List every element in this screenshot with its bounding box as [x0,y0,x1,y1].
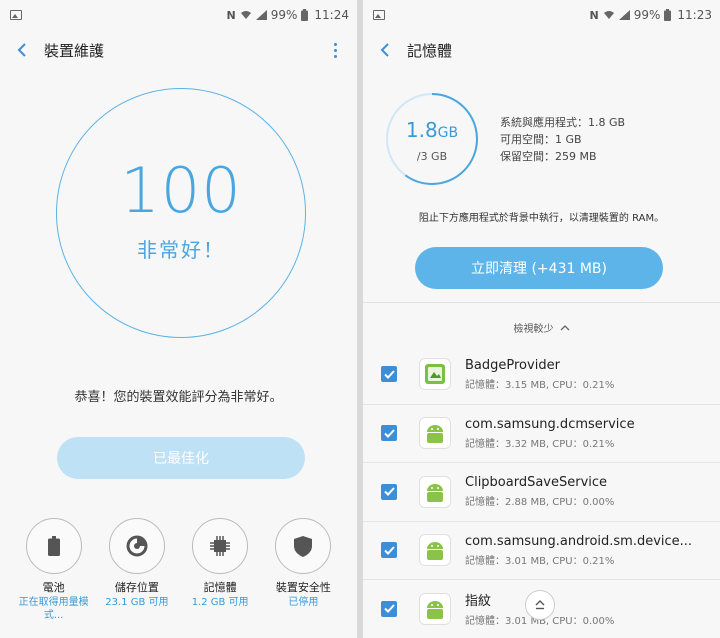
info-line: 系統與應用程式：1.8 GB [500,116,626,129]
category-label: 儲存位置 [114,581,159,594]
info-line: 可用空間：1 GB [500,133,582,146]
checkbox[interactable] [381,483,397,500]
android-icon [419,475,451,508]
clean-note: 阻止下方應用程式於背景中執行，以清理裝置的 RAM。 [418,213,665,224]
status-bar: N 99% 11:23 [363,0,720,30]
nfc-icon: N [589,8,599,22]
back-button[interactable] [12,40,32,60]
page-title: 記憶體 [407,41,453,60]
app-usage: 記憶體：3.15 MB, CPU：0.21% [465,379,615,391]
app-usage: 記憶體：3.32 MB, CPU：0.21% [465,438,615,450]
category-label: 裝置安全性 [275,581,331,594]
score-circle: 100 非常好！ [56,88,306,338]
storage-icon [126,535,148,557]
signal-icon [618,10,630,20]
app-usage: 記憶體：3.01 MB, CPU：0.21% [465,555,615,567]
category-battery[interactable]: 電池 正在取得用量模式... [14,518,94,622]
list-item[interactable]: ClipboardSaveService 記憶體：2.88 MB, CPU：0.… [363,462,720,521]
clock: 11:24 [314,8,349,22]
chevron-left-icon [380,43,389,57]
optimized-button[interactable]: 已最佳化 [57,437,305,479]
info-line: 保留空間：259 MB [500,150,597,163]
android-icon [419,417,451,450]
list-item[interactable]: BadgeProvider 記憶體：3.15 MB, CPU：0.21% [363,345,720,404]
more-dot-icon [333,42,337,46]
memory-total: /3 GB [416,150,448,163]
check-icon [383,429,395,438]
android-icon [419,534,451,567]
scroll-to-top-button[interactable] [525,590,555,620]
view-less-toggle[interactable]: 檢視較少 [363,320,720,335]
score-rating: 非常好！ [137,237,225,262]
app-bar: 裝置維護 [0,30,357,70]
memory-used: 1.8GB [385,118,479,142]
check-icon [383,546,395,555]
status-bar: N 99% 11:24 [0,0,357,30]
check-icon [383,370,395,379]
device-maintenance-screen: N 99% 11:24 裝置維護 100 非常好！ 恭喜！您的裝置效能評分為非常… [0,0,357,638]
checkbox[interactable] [381,600,397,617]
chevron-up-icon [535,600,545,610]
category-label: 電池 [42,581,65,594]
category-status: 正在取得用量模式... [18,597,89,621]
battery-icon [664,9,672,21]
gallery-notification-icon [10,10,22,20]
category-label: 記憶體 [203,581,237,594]
app-name: ClipboardSaveService [465,475,608,491]
app-bar: 記憶體 [363,30,720,70]
more-options-button[interactable] [325,40,345,60]
battery-icon [47,536,60,556]
badge-provider-icon [419,358,451,391]
android-icon [419,592,451,625]
category-storage[interactable]: 儲存位置 23.1 GB 可用 [97,518,177,622]
battery-percent: 99% [270,8,298,22]
app-name: com.samsung.android.sm.device... [465,533,693,549]
checkbox[interactable] [381,425,397,442]
congrats-message: 恭喜！您的裝置效能評分為非常好。 [74,390,283,405]
category-security[interactable]: 裝置安全性 已停用 [263,518,343,622]
chevron-up-icon [560,324,569,330]
category-memory[interactable]: 記憶體 1.2 GB 可用 [180,518,260,622]
page-title: 裝置維護 [44,41,105,60]
check-icon [383,487,395,497]
view-less-label: 檢視較少 [513,324,554,335]
clock: 11:23 [677,8,712,22]
signal-icon [255,10,267,20]
memory-screen: N 99% 11:23 記憶體 1.8GB /3 GB 系統與應用程式：1.8 … [363,0,720,638]
memory-info: 系統與應用程式：1.8 GB 可用空間：1 GB 保留空間：259 MB [500,114,625,165]
nfc-icon: N [226,8,236,22]
checkbox[interactable] [381,366,397,383]
app-usage: 記憶體：2.88 MB, CPU：0.00% [465,497,615,509]
battery-percent: 99% [633,8,661,22]
category-row: 電池 正在取得用量模式... 儲存位置 23.1 GB 可用 記憶體 1.2 G… [0,518,357,622]
memory-chip-icon [210,536,231,556]
app-name: BadgeProvider [465,357,560,373]
clean-now-button[interactable]: 立即清理 (+431 MB) [415,247,663,289]
checkbox[interactable] [381,542,397,559]
category-status: 23.1 GB 可用 [105,597,169,608]
memory-used-unit: GB [437,125,459,141]
category-status: 1.2 GB 可用 [191,597,249,608]
list-item[interactable]: com.samsung.android.sm.device... 記憶體：3.0… [363,520,720,580]
category-status: 已停用 [288,597,319,608]
score-value: 100 [120,153,242,227]
shield-icon [294,535,313,557]
divider [363,302,720,303]
list-item[interactable]: com.samsung.dcmservice 記憶體：3.32 MB, CPU：… [363,403,720,463]
back-button[interactable] [375,40,395,60]
check-icon [383,604,395,614]
gallery-notification-icon [373,10,385,20]
battery-icon [301,9,309,21]
app-name: com.samsung.dcmservice [465,416,635,432]
wifi-icon [240,11,251,19]
chevron-left-icon [17,43,26,57]
memory-used-value: 1.8 [405,118,438,142]
wifi-icon [603,11,614,19]
